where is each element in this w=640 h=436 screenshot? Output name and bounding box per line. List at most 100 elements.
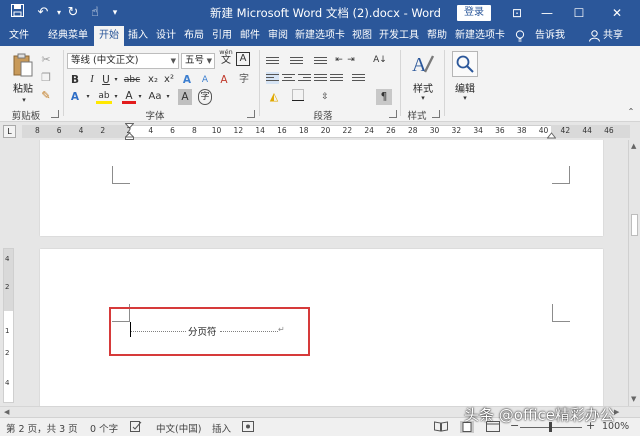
editing-dropdown-icon[interactable]: ▾ [459,90,471,106]
show-hide-marks-button[interactable]: ¶ [376,89,392,105]
macro-recording-icon[interactable] [242,421,254,435]
page-count[interactable]: 第 2 页，共 3 页 [6,421,78,435]
distributed-icon[interactable] [330,72,343,84]
tab-review[interactable]: 审阅 [264,26,292,46]
insert-mode-indicator[interactable]: 插入 [212,421,231,435]
touch-mode-icon[interactable]: ☝ [86,4,104,22]
text-effects-button[interactable]: A [68,89,82,105]
align-left-icon[interactable] [266,72,279,84]
vertical-scrollbar[interactable]: ▲ ▼ [628,140,640,406]
scroll-left-icon[interactable]: ◀ [4,408,9,416]
justify-icon[interactable] [314,72,327,84]
tab-home[interactable]: 开始 [94,26,124,47]
grow-font-button[interactable]: A [180,72,194,88]
font-color-button[interactable]: A [122,88,136,104]
save-icon[interactable] [8,4,26,22]
redo-icon[interactable]: ↻ [64,4,82,22]
tab-mailings[interactable]: 邮件 [236,26,264,46]
styles-group-label: 样式 [407,111,427,122]
change-case-button[interactable]: Aa [146,89,164,105]
text-effects-dropdown-icon[interactable]: ▾ [84,89,92,105]
phonetic-guide-button[interactable]: 文 [218,55,234,67]
ribbon-display-options-icon[interactable]: ⊡ [502,0,532,26]
strikethrough-button[interactable]: abc [122,72,142,88]
clear-formatting-button[interactable]: A [216,72,232,88]
underline-dropdown-icon[interactable]: ▾ [112,72,120,88]
login-button[interactable]: 登录 [457,5,491,21]
paste-icon[interactable] [12,52,34,78]
tab-help[interactable]: 帮助 [422,26,452,46]
tab-insert[interactable]: 插入 [124,26,152,46]
align-right-icon[interactable] [298,72,311,84]
change-case-dropdown-icon[interactable]: ▾ [164,89,172,105]
language-indicator[interactable]: 中文(中国) [156,421,201,435]
close-icon[interactable]: ✕ [602,0,632,26]
bold-button[interactable]: B [68,72,82,88]
bullets-icon[interactable] [266,55,279,67]
tab-classic-menu[interactable]: 经典菜单 [44,26,92,46]
subscript-button[interactable]: x₂ [146,72,160,88]
tab-references[interactable]: 引用 [208,26,236,46]
ruler-number: 42 [560,126,571,135]
increase-indent-icon[interactable]: ⇥ [346,52,356,68]
tab-developer[interactable]: 开发工具 [376,26,422,46]
proofing-icon[interactable] [130,421,142,435]
line-spacing-icon[interactable] [352,72,365,84]
shading-icon[interactable]: ◭ [266,89,282,105]
share-button[interactable]: 共享 [600,26,626,46]
format-painter-icon[interactable]: ✎ [38,88,54,104]
read-mode-icon[interactable] [434,421,448,435]
right-indent-marker[interactable] [546,132,557,140]
restore-icon[interactable]: ☐ [564,0,594,26]
character-border-button[interactable]: A [236,52,250,66]
chinese-layout-icon[interactable]: ⇳ [318,89,332,105]
highlight-dropdown-icon[interactable]: ▾ [112,89,120,105]
paste-dropdown-icon[interactable]: ▾ [18,92,30,108]
highlight-color-button[interactable]: ab [96,88,112,104]
search-icon[interactable] [452,51,478,77]
minimize-icon[interactable]: — [532,0,562,26]
shrink-font-button[interactable]: A [198,72,212,88]
tab-view[interactable]: 视图 [348,26,376,46]
paragraph-launcher-icon[interactable] [389,110,397,118]
customize-toolbar-icon[interactable]: ▾ [106,4,124,22]
italic-button[interactable]: I [86,72,98,88]
ruler-number: 4 [148,126,154,135]
word-count[interactable]: 0 个字 [90,421,118,435]
superscript-button[interactable]: x² [162,72,176,88]
scrollbar-thumb[interactable] [631,214,638,236]
styles-icon[interactable]: A [411,52,435,76]
decrease-indent-icon[interactable]: ⇤ [334,52,344,68]
styles-launcher-icon[interactable] [432,110,440,118]
font-name-combobox[interactable]: 等线 (中文正文) ▼ [67,53,179,69]
ruler-number: 22 [342,126,353,135]
font-launcher-icon[interactable] [247,110,255,118]
scroll-up-icon[interactable]: ▲ [631,142,636,150]
font-size-combobox[interactable]: 五号 ▼ [181,53,215,69]
horizontal-ruler: L 8 6 4 2 2 4 6 8 10 12 14 16 18 20 22 24 26 28 30 32 34 36 38… [0,123,640,140]
tab-layout[interactable]: 布局 [180,26,208,46]
numbering-icon[interactable] [290,55,303,67]
sort-button[interactable]: A↓ [372,52,388,68]
tab-new-tab-1[interactable]: 新建选项卡 [292,26,348,46]
scroll-down-icon[interactable]: ▼ [631,395,636,403]
styles-dropdown-icon[interactable]: ▾ [417,90,429,106]
align-center-icon[interactable] [282,72,295,84]
underline-button[interactable]: U [100,72,112,88]
font-color-dropdown-icon[interactable]: ▾ [136,89,144,105]
collapse-ribbon-icon[interactable]: ⌃ [626,104,636,120]
enclose-characters-button[interactable]: 字 [238,72,250,88]
multilevel-list-icon[interactable] [314,55,327,67]
tab-design[interactable]: 设计 [152,26,180,46]
clipboard-launcher-icon[interactable] [51,110,59,118]
document-area[interactable]: 42124 分页符 ↵ [0,140,628,406]
enclosed-character-button[interactable]: 字 [198,89,212,105]
tab-new-tab-2[interactable]: 新建选项卡 [452,26,508,46]
tab-selector[interactable]: L [3,125,16,138]
tab-file[interactable]: 文件 [4,26,34,46]
borders-icon[interactable] [290,89,306,105]
character-shading-button[interactable]: A [178,89,192,105]
copy-icon[interactable]: ❐ [38,70,54,86]
cut-icon[interactable]: ✂ [38,52,54,68]
tell-me-button[interactable]: 告诉我 [530,26,570,46]
